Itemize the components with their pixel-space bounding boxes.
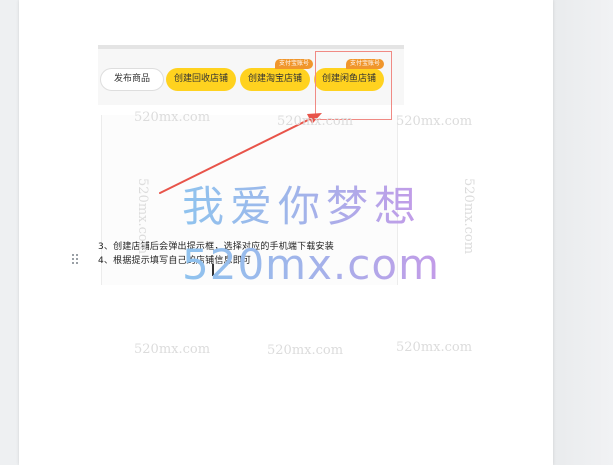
- watermark-text: 520mx.com: [267, 343, 344, 358]
- taobao-badge: 支付宝账号: [275, 59, 314, 69]
- watermark-text: 520mx.com: [396, 114, 473, 129]
- create-recycle-store-button: 创建回收店铺: [166, 68, 236, 91]
- watermark-text: 520mx.com: [396, 340, 473, 355]
- app-background-right: [553, 0, 613, 465]
- watermark-text: 520mx.com: [134, 110, 211, 125]
- highlight-box: [315, 51, 392, 120]
- watermark-vertical-text: 520mx.com: [135, 178, 150, 255]
- watermark-domain: 520mx.com: [182, 240, 440, 289]
- publish-product-button: 发布商品: [100, 68, 164, 91]
- create-taobao-store-button: 创建淘宝店铺: [240, 68, 310, 91]
- watermark-chinese: 我爱你梦想: [182, 173, 422, 234]
- watermark-vertical-text: 520mx.com: [461, 178, 476, 255]
- drag-handle-icon[interactable]: [72, 254, 78, 265]
- watermark-text: 520mx.com: [134, 342, 211, 357]
- watermark-text: 520mx.com: [277, 114, 354, 129]
